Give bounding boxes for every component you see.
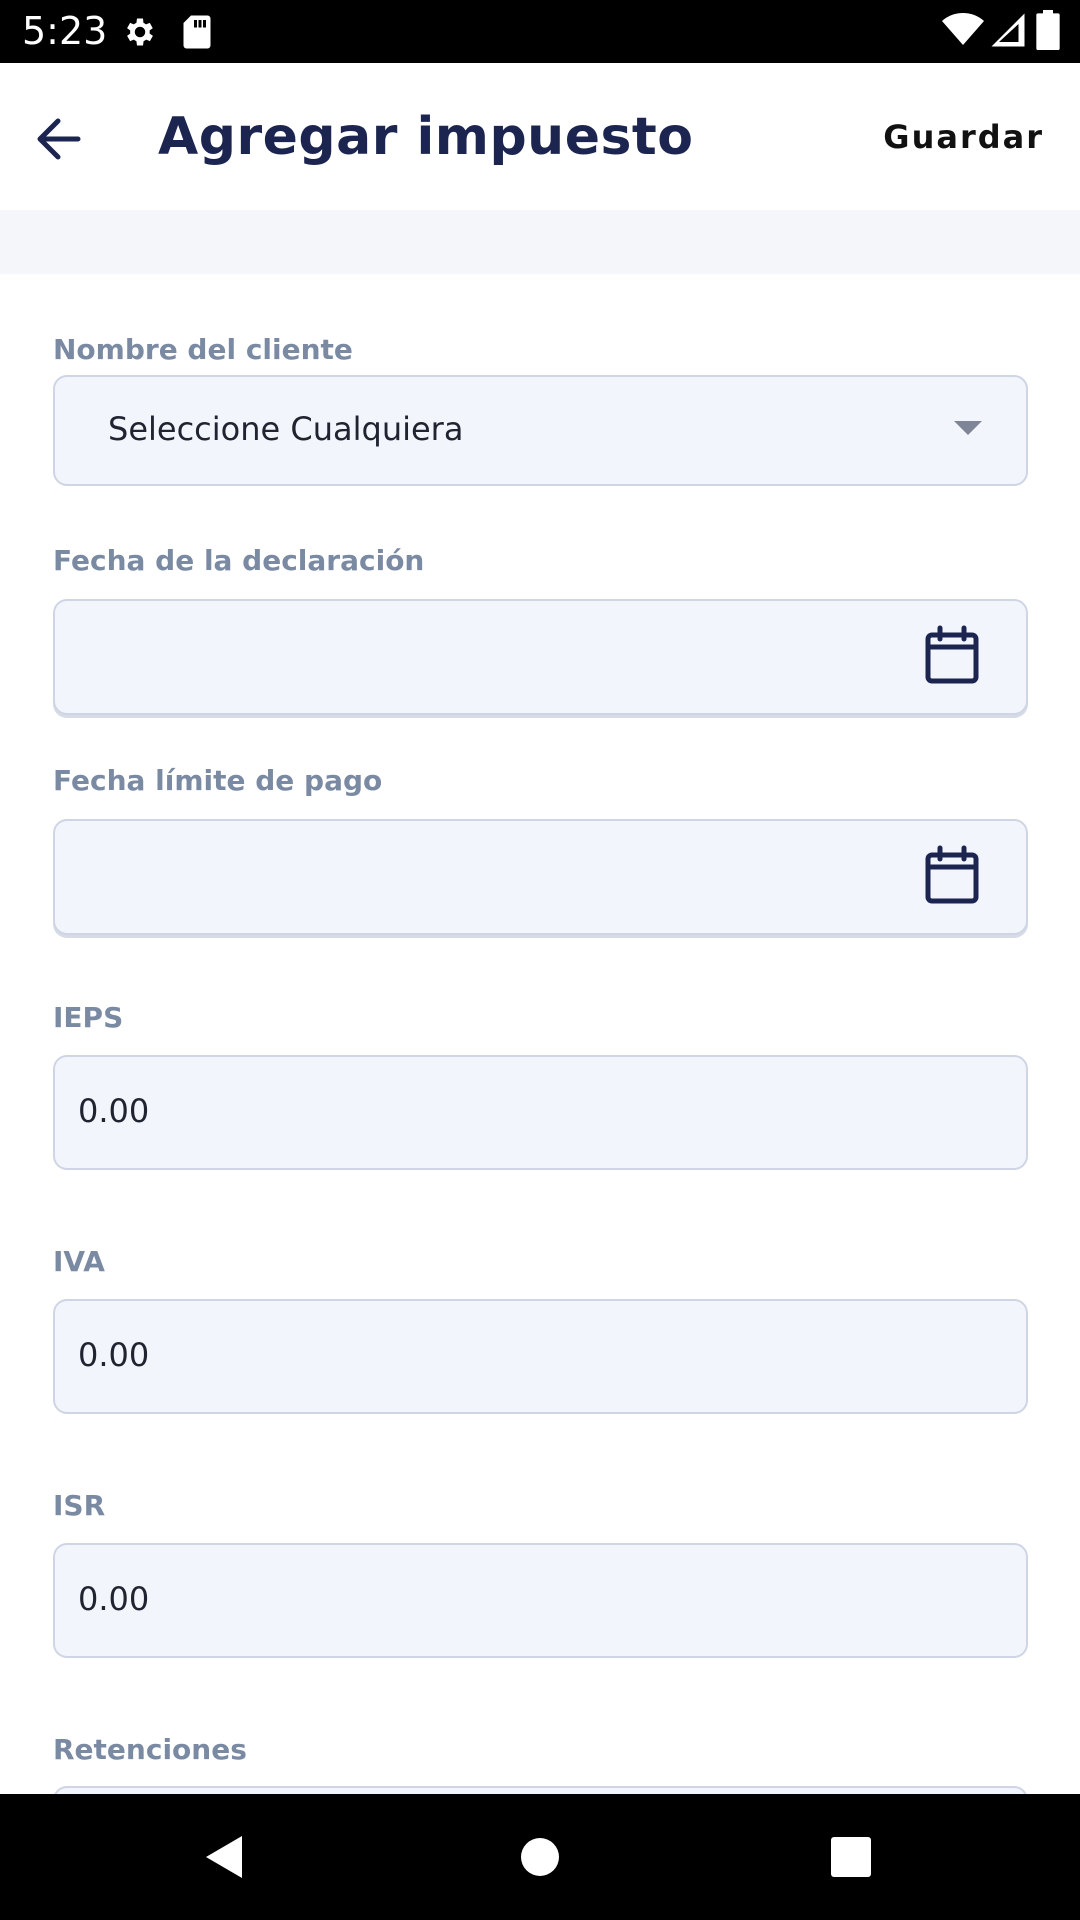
- page-title: Agregar impuesto: [158, 107, 694, 167]
- declaration-date-label: Fecha de la declaración: [53, 544, 425, 577]
- cellular-signal-icon: [991, 13, 1025, 47]
- settings-icon: [127, 18, 153, 46]
- iva-input[interactable]: 0.00: [53, 1299, 1028, 1414]
- sd-card-icon: [183, 15, 211, 49]
- dropdown-arrow-icon: [954, 421, 982, 435]
- client-select-value: Seleccione Cualquiera: [108, 410, 464, 448]
- isr-input[interactable]: 0.00: [53, 1543, 1028, 1658]
- back-triangle-icon[interactable]: [204, 1834, 244, 1880]
- declaration-date-field[interactable]: [53, 599, 1028, 715]
- iva-value: 0.00: [78, 1336, 150, 1374]
- arrow-left-icon: [37, 118, 81, 160]
- wifi-icon: [942, 12, 984, 45]
- calendar-icon: [925, 625, 979, 684]
- status-bar: 5:23: [0, 0, 1080, 63]
- calendar-icon: [925, 845, 979, 904]
- battery-icon: [1036, 10, 1060, 50]
- ieps-label: IEPS: [53, 1001, 124, 1034]
- status-time: 5:23: [22, 9, 108, 53]
- retenciones-label: Retenciones: [53, 1733, 247, 1766]
- isr-value: 0.00: [78, 1580, 150, 1618]
- payment-deadline-field[interactable]: [53, 819, 1028, 935]
- recents-square-icon[interactable]: [831, 1837, 871, 1877]
- iva-label: IVA: [53, 1245, 105, 1278]
- isr-label: ISR: [53, 1489, 106, 1522]
- ieps-value: 0.00: [78, 1092, 150, 1130]
- client-label: Nombre del cliente: [53, 333, 353, 366]
- app-bar: Agregar impuesto Guardar: [0, 63, 1080, 210]
- client-select[interactable]: Seleccione Cualquiera: [53, 375, 1028, 486]
- navigation-bar: [0, 1794, 1080, 1920]
- save-button[interactable]: Guardar: [883, 115, 1044, 159]
- home-circle-icon[interactable]: [520, 1837, 560, 1877]
- header-divider: [0, 210, 1080, 274]
- payment-deadline-label: Fecha límite de pago: [53, 764, 383, 797]
- back-button[interactable]: [22, 103, 94, 175]
- ieps-input[interactable]: 0.00: [53, 1055, 1028, 1170]
